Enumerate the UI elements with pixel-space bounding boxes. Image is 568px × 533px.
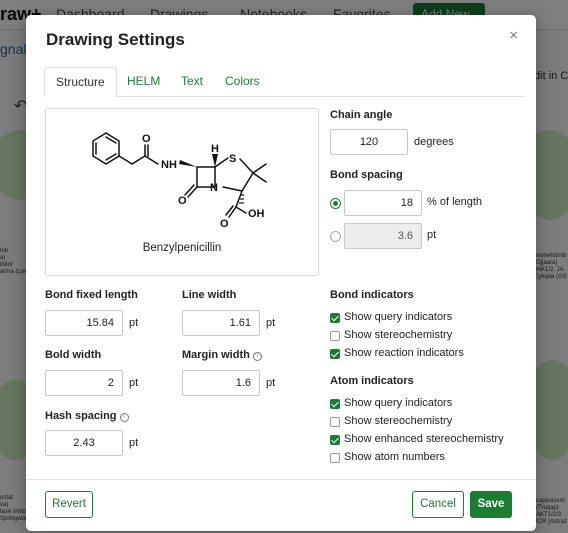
bond-spacing-percent-radio[interactable] bbox=[330, 198, 341, 209]
checkbox-label: Show stereochemistry bbox=[344, 329, 453, 341]
structure-preview: O NH H S N O O OH Benzylpenicillin bbox=[45, 108, 319, 276]
tab-helm[interactable]: HELM bbox=[116, 67, 171, 97]
bold-width-label: Bold width bbox=[45, 349, 102, 361]
checkbox-label: Show stereochemistry bbox=[344, 415, 453, 427]
bond-spacing-label: Bond spacing bbox=[330, 169, 403, 181]
chain-angle-unit: degrees bbox=[414, 136, 454, 148]
checkbox-checked[interactable] bbox=[330, 349, 340, 359]
atom-label: O bbox=[142, 133, 151, 145]
hash-spacing-unit: pt bbox=[129, 437, 139, 449]
info-icon[interactable]: i bbox=[119, 413, 129, 422]
bond-indicators-label: Bond indicators bbox=[330, 289, 414, 301]
checkbox-unchecked[interactable] bbox=[330, 453, 340, 463]
bond-spacing-percent-unit: % of length bbox=[427, 196, 483, 208]
dialog-title: Drawing Settings bbox=[46, 30, 185, 49]
bond-spacing-pt-unit: pt bbox=[427, 229, 437, 241]
footer-divider bbox=[26, 479, 536, 480]
close-icon[interactable]: × bbox=[509, 27, 518, 44]
margin-width-input[interactable] bbox=[182, 370, 260, 396]
hash-spacing-label-text: Hash spacing bbox=[45, 410, 117, 422]
checkbox-label: Show query indicators bbox=[344, 311, 453, 323]
info-icon[interactable]: i bbox=[252, 352, 262, 361]
chain-angle-input[interactable] bbox=[330, 129, 408, 155]
checkbox-unchecked[interactable] bbox=[330, 417, 340, 427]
hash-spacing-label: Hash spacing i bbox=[45, 410, 129, 422]
bold-width-input[interactable] bbox=[45, 370, 123, 396]
bond-spacing-pt-input[interactable] bbox=[344, 223, 422, 249]
settings-tabs: Structure HELM Text Colors bbox=[44, 67, 524, 97]
checkbox-label: Show reaction indicators bbox=[344, 347, 464, 359]
cancel-button[interactable]: Cancel bbox=[412, 491, 464, 518]
revert-button[interactable]: Revert bbox=[45, 491, 93, 518]
bond-fixed-length-unit: pt bbox=[129, 317, 139, 329]
atom-label: OH bbox=[248, 208, 265, 220]
atom-label: NH bbox=[161, 159, 177, 171]
checkbox-checked[interactable] bbox=[330, 435, 340, 445]
margin-width-label: Margin width i bbox=[182, 349, 262, 361]
bond-fixed-length-input[interactable] bbox=[45, 310, 123, 336]
checkbox-label: Show query indicators bbox=[344, 397, 453, 409]
hash-spacing-input[interactable] bbox=[45, 430, 123, 456]
chain-angle-label: Chain angle bbox=[330, 109, 393, 121]
bold-width-unit: pt bbox=[129, 377, 139, 389]
checkbox-unchecked[interactable] bbox=[330, 331, 340, 341]
line-width-input[interactable] bbox=[182, 310, 260, 336]
bond-fixed-length-label: Bond fixed length bbox=[45, 289, 138, 301]
checkbox-label: Show atom numbers bbox=[344, 451, 445, 463]
atom-label: O bbox=[178, 195, 187, 207]
atom-label: H bbox=[211, 143, 219, 155]
molecule-name: Benzylpenicillin bbox=[142, 242, 222, 254]
atom-label: O bbox=[220, 218, 229, 230]
line-width-label: Line width bbox=[182, 289, 237, 301]
margin-width-unit: pt bbox=[266, 377, 276, 389]
tab-structure[interactable]: Structure bbox=[44, 67, 117, 97]
bond-spacing-pt-radio[interactable] bbox=[330, 231, 341, 242]
bond-spacing-percent-input[interactable] bbox=[344, 190, 422, 216]
checkbox-checked[interactable] bbox=[330, 313, 340, 323]
tab-colors[interactable]: Colors bbox=[214, 67, 271, 97]
margin-width-label-text: Margin width bbox=[182, 349, 250, 361]
line-width-unit: pt bbox=[266, 317, 276, 329]
atom-label: N bbox=[210, 182, 218, 194]
save-button[interactable]: Save bbox=[470, 491, 512, 518]
tab-text[interactable]: Text bbox=[170, 67, 214, 97]
checkbox-checked[interactable] bbox=[330, 399, 340, 409]
drawing-settings-dialog: Drawing Settings × Structure HELM Text C… bbox=[26, 15, 536, 531]
checkbox-label: Show enhanced stereochemistry bbox=[344, 433, 504, 445]
atom-label: S bbox=[229, 153, 236, 165]
atom-indicators-label: Atom indicators bbox=[330, 375, 414, 387]
